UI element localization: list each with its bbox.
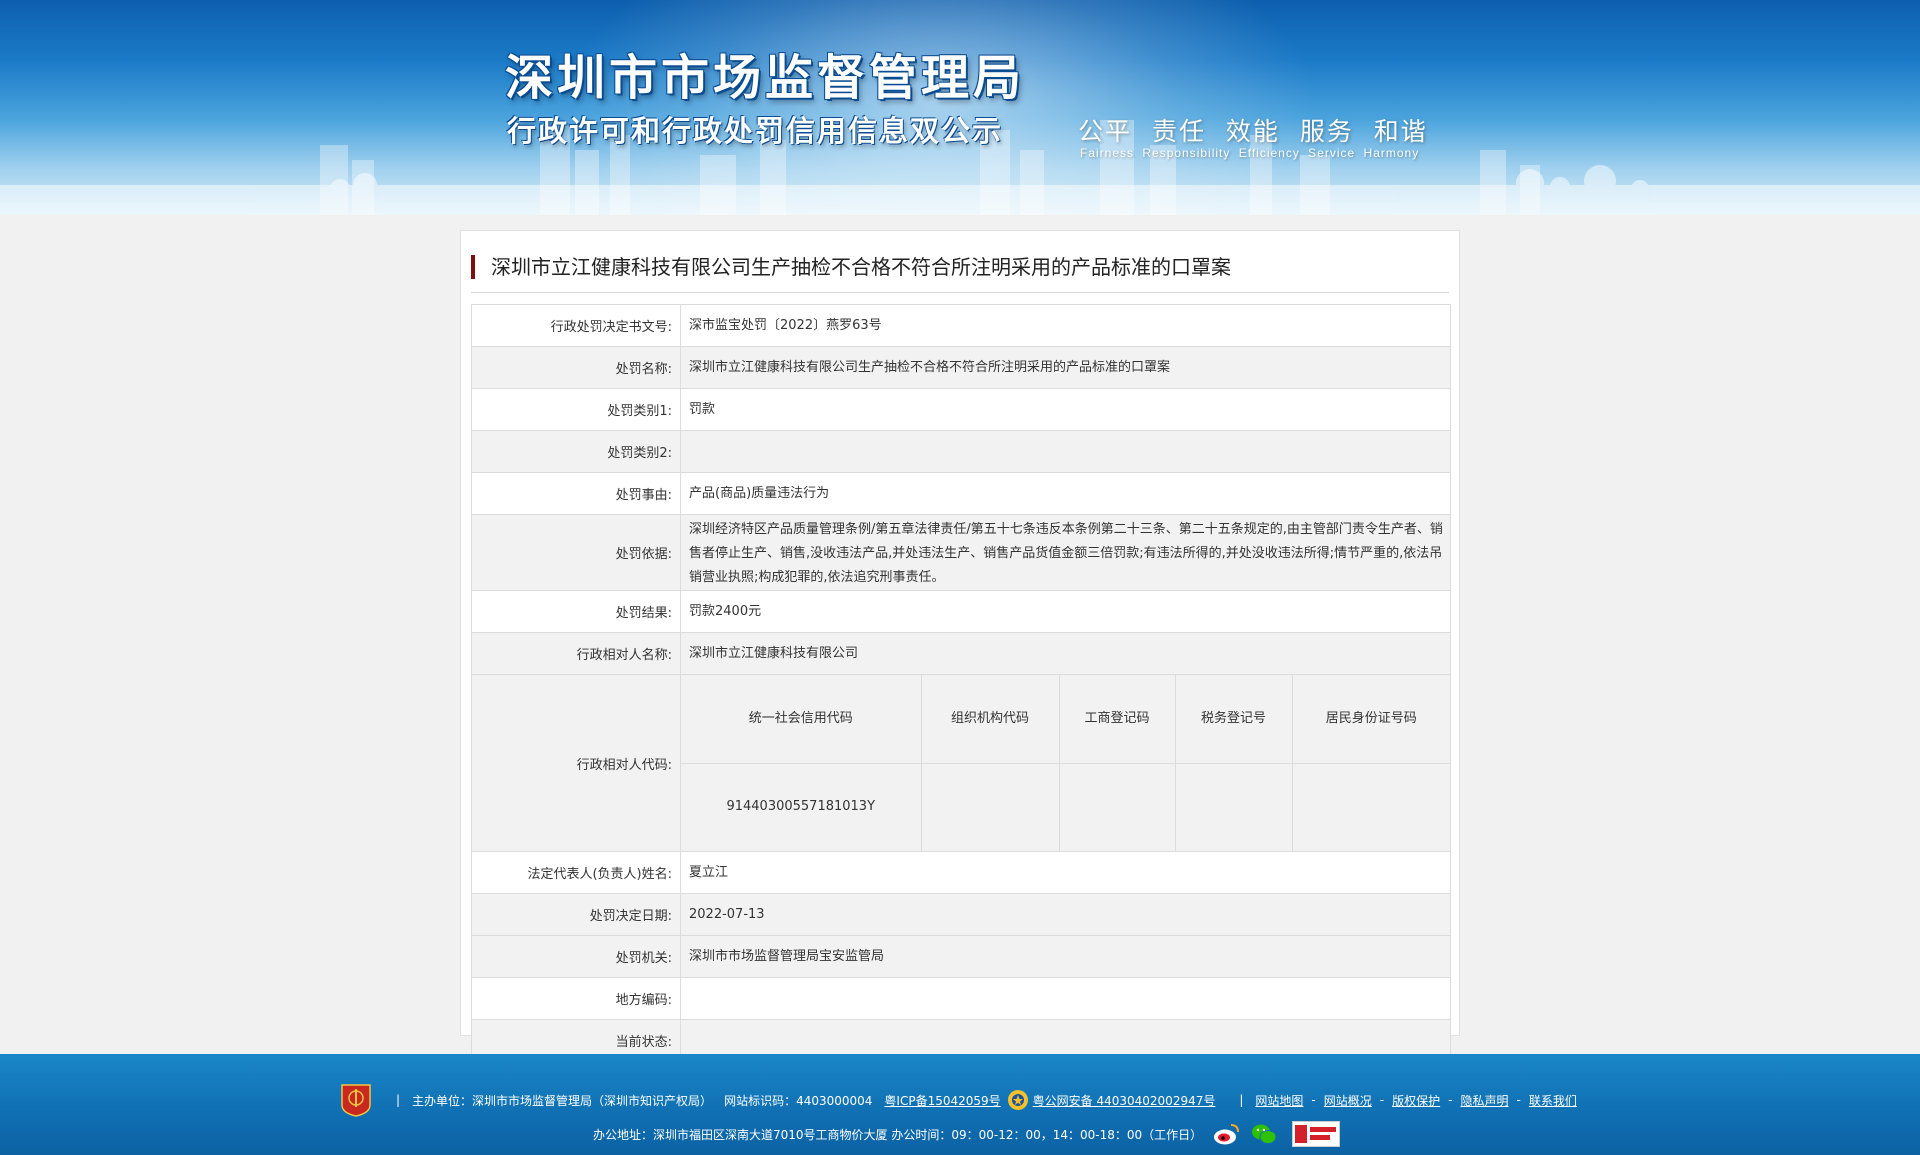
decision-no-value: 深市监宝处罚〔2022〕燕罗63号: [680, 304, 1451, 347]
icp-link[interactable]: 粤ICP备15042059号: [884, 1092, 1000, 1109]
basis-value: 深圳经济特区产品质量管理条例/第五章法律责任/第五十七条违反本条例第二十三条、第…: [680, 514, 1451, 591]
table-row: 处罚决定日期: 2022-07-13: [471, 893, 1451, 936]
party-code-label: 行政相对人代码:: [471, 674, 681, 852]
penalty-name-label: 处罚名称:: [471, 346, 681, 389]
code-value-org: [920, 762, 1060, 851]
footer-dot: -: [1516, 1093, 1521, 1107]
wechat-icon[interactable]: [1250, 1122, 1278, 1146]
party-name-value: 深圳市立江健康科技有限公司: [680, 632, 1451, 675]
code-header-org: 组织机构代码: [920, 675, 1060, 764]
code-header-business: 工商登记码: [1058, 675, 1176, 764]
footer-separator: |: [1239, 1093, 1244, 1107]
slogan-chinese: 公平 责任 效能 服务 和谐: [1078, 117, 1428, 146]
party-emblem-icon: [341, 1084, 371, 1117]
site-subtitle: 行政许可和行政处罚信用信息双公示: [507, 114, 1004, 148]
gov-badge-graphic: [1293, 1122, 1340, 1146]
party-codes-table: 统一社会信用代码 组织机构代码 工商登记码 税务登记号 居民身份证号码 9144…: [681, 675, 1450, 851]
table-row: 行政相对人名称: 深圳市立江健康科技有限公司: [471, 632, 1451, 675]
result-label: 处罚结果:: [471, 590, 681, 633]
code-value-id: [1291, 762, 1450, 851]
party-name-label: 行政相对人名称:: [471, 632, 681, 675]
case-info-table: 行政处罚决定书文号: 深市监宝处罚〔2022〕燕罗63号 处罚名称: 深圳市立江…: [471, 304, 1451, 1104]
region-code-value: [680, 977, 1451, 1020]
table-row: 地方编码:: [471, 977, 1451, 1020]
footer-address: 办公地址：深圳市福田区深南大道7010号工商物价大厦 办公时间：09：00-12…: [593, 1127, 1203, 1142]
reason-label: 处罚事由:: [471, 472, 681, 515]
footer-dot: -: [1379, 1093, 1385, 1107]
table-row: 处罚类别2:: [471, 430, 1451, 473]
decision-no-label: 行政处罚决定书文号:: [471, 304, 681, 347]
footer-dot: -: [1311, 1093, 1316, 1107]
codes-header-row: 统一社会信用代码 组织机构代码 工商登记码 税务登记号 居民身份证号码: [681, 675, 1450, 764]
footer-link-contact[interactable]: 联系我们: [1529, 1092, 1577, 1109]
table-row: 行政相对人代码: 统一社会信用代码 组织机构代码 工商登记码 税务登记号 居民身…: [471, 674, 1451, 852]
footer-site-id: 网站标识码：4403000004: [724, 1093, 873, 1108]
site-footer: | 主办单位：深圳市市场监督管理局（深圳市知识产权局） 网站标识码：440300…: [0, 1054, 1920, 1155]
basis-label: 处罚依据:: [471, 514, 681, 591]
code-header-id: 居民身份证号码: [1291, 675, 1450, 764]
table-row: 行政处罚决定书文号: 深市监宝处罚〔2022〕燕罗63号: [471, 304, 1451, 347]
codes-value-row: 91440300557181013Y: [681, 762, 1450, 851]
category1-value: 罚款: [680, 388, 1451, 431]
penalty-name-value: 深圳市立江健康科技有限公司生产抽检不合格不符合所注明采用的产品标准的口罩案: [680, 346, 1451, 389]
title-accent-bar: [471, 255, 475, 279]
footer-separator: |: [396, 1093, 401, 1107]
decision-date-label: 处罚决定日期:: [471, 893, 681, 936]
table-row: 法定代表人(负责人)姓名: 夏立江: [471, 851, 1451, 894]
header-banner: 深圳市市场监督管理局 行政许可和行政处罚信用信息双公示 公平 责任 效能 服务 …: [0, 0, 1920, 215]
footer-link-sitemap[interactable]: 网站地图: [1255, 1092, 1303, 1109]
case-detail-panel: 深圳市立江健康科技有限公司生产抽检不合格不符合所注明采用的产品标准的口罩案 行政…: [460, 230, 1460, 1104]
authority-label: 处罚机关:: [471, 935, 681, 978]
police-badge-icon: [1007, 1090, 1028, 1110]
authority-value: 深圳市市场监督管理局宝安监管局: [680, 935, 1451, 978]
decision-date-value: 2022-07-13: [680, 893, 1451, 936]
footer-line-1: | 主办单位：深圳市市场监督管理局（深圳市知识产权局） 网站标识码：440300…: [340, 1080, 1577, 1120]
party-code-cell: 统一社会信用代码 组织机构代码 工商登记码 税务登记号 居民身份证号码 9144…: [680, 674, 1451, 852]
code-header-credit: 统一社会信用代码: [681, 675, 922, 764]
case-title-text: 深圳市立江健康科技有限公司生产抽检不合格不符合所注明采用的产品标准的口罩案: [491, 255, 1231, 279]
region-code-label: 地方编码:: [471, 977, 681, 1020]
footer-dot: -: [1448, 1093, 1453, 1107]
category2-label: 处罚类别2:: [471, 430, 681, 473]
code-value-credit: 91440300557181013Y: [681, 762, 922, 851]
footer-link-privacy[interactable]: 隐私声明: [1460, 1092, 1508, 1109]
gov-site-error-badge-icon[interactable]: [1292, 1121, 1341, 1147]
table-row: 处罚依据: 深圳经济特区产品质量管理条例/第五章法律责任/第五十七条违反本条例第…: [471, 514, 1451, 591]
site-title: 深圳市市场监督管理局: [505, 50, 1026, 106]
police-record-link[interactable]: 粤公网安备 44030402002947号: [1033, 1092, 1216, 1109]
table-row: 处罚结果: 罚款2400元: [471, 590, 1451, 633]
table-row: 处罚名称: 深圳市立江健康科技有限公司生产抽检不合格不符合所注明采用的产品标准的…: [471, 346, 1451, 389]
table-row: 处罚机关: 深圳市市场监督管理局宝安监管局: [471, 935, 1451, 978]
table-row: 处罚事由: 产品(商品)质量违法行为: [471, 472, 1451, 515]
code-value-tax: [1174, 762, 1293, 851]
code-value-business: [1058, 762, 1176, 851]
code-header-tax: 税务登记号: [1174, 675, 1293, 764]
footer-sponsor: 主办单位：深圳市市场监督管理局（深圳市知识产权局）: [412, 1093, 713, 1108]
reason-value: 产品(商品)质量违法行为: [680, 472, 1451, 515]
footer-link-overview[interactable]: 网站概况: [1324, 1092, 1372, 1109]
category1-label: 处罚类别1:: [471, 388, 681, 431]
footer-link-copyright[interactable]: 版权保护: [1392, 1092, 1440, 1109]
legal-rep-value: 夏立江: [680, 851, 1451, 894]
weibo-icon[interactable]: [1212, 1122, 1240, 1146]
result-value: 罚款2400元: [680, 590, 1451, 633]
category2-value: [680, 430, 1451, 473]
case-title: 深圳市立江健康科技有限公司生产抽检不合格不符合所注明采用的产品标准的口罩案: [471, 249, 1449, 293]
slogan-english: Fairness Responsibility Efficiency Servi…: [1080, 146, 1420, 160]
table-row: 处罚类别1: 罚款: [471, 388, 1451, 431]
legal-rep-label: 法定代表人(负责人)姓名:: [471, 851, 681, 894]
footer-line-2: 办公地址：深圳市福田区深南大道7010号工商物价大厦 办公时间：09：00-12…: [593, 1117, 1341, 1151]
